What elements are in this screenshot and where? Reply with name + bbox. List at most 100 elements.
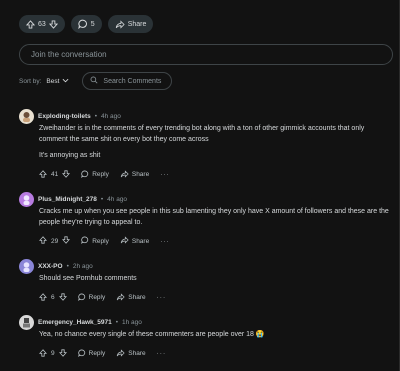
comment-bubble-icon — [81, 236, 89, 246]
upvote-icon[interactable] — [38, 348, 48, 359]
comment-body: Zweihander is in the comments of every t… — [19, 124, 391, 162]
comments-button[interactable]: 5 — [70, 15, 102, 33]
comment-vote: 41 — [38, 169, 71, 180]
vote-pill: 63 — [19, 15, 65, 33]
separator-dot: • — [94, 112, 98, 120]
avatar[interactable] — [19, 314, 34, 330]
comment-author[interactable]: Plus_Midnight_278 — [38, 196, 97, 203]
sort-dropdown[interactable]: Best — [46, 78, 69, 85]
join-placeholder: Join the conversation — [31, 50, 107, 59]
share-icon — [116, 348, 125, 359]
upvote-icon[interactable] — [38, 169, 48, 180]
comment-header: Emergency_Hawk_5971 • 1h ago — [19, 314, 391, 330]
comment-vote: 6 — [38, 292, 67, 303]
comment-paragraph: Cracks me up when you see people in this… — [39, 208, 389, 226]
comment-author[interactable]: Emergency_Hawk_5971 — [38, 319, 112, 326]
comment-time: 2h ago — [72, 262, 93, 270]
avatar[interactable] — [19, 108, 34, 124]
downvote-icon[interactable] — [62, 236, 71, 246]
share-button[interactable]: Share — [120, 169, 150, 180]
separator-dot: • — [66, 262, 69, 270]
comment-author[interactable]: XXX-PO — [38, 263, 63, 270]
sort-value: Best — [46, 77, 60, 85]
separator-dot: • — [115, 318, 118, 326]
comment-time: 4h ago — [101, 112, 121, 120]
comment: Emergency_Hawk_5971 • 1h ago Yea, no cha… — [19, 314, 391, 359]
comment-time: 4h ago — [107, 195, 128, 203]
upvote-icon[interactable] — [38, 292, 48, 303]
more-options-icon[interactable]: ··· — [157, 350, 167, 357]
share-button[interactable]: Share — [116, 292, 146, 303]
comment-actions: 29 Reply Share ··· — [19, 236, 391, 246]
reply-button[interactable]: Reply — [81, 170, 109, 180]
upvote-icon[interactable] — [38, 236, 48, 246]
comment-header: Plus_Midnight_278 • 4h ago — [19, 191, 391, 207]
comment-paragraph: It's annoying as shit — [39, 152, 101, 159]
vote-count: 6 — [51, 294, 55, 301]
comment: XXX-PO • 2h ago Should see Pornhub comme… — [19, 258, 391, 303]
reply-button[interactable]: Reply — [81, 236, 109, 246]
vote-count: 9 — [51, 350, 55, 357]
reply-label: Reply — [92, 171, 109, 178]
comment-body: Cracks me up when you see people in this… — [19, 207, 391, 228]
comment-actions: 6 Reply Share ··· — [19, 292, 391, 303]
reply-label: Reply — [92, 237, 109, 245]
comment-author[interactable]: Exploding-toilets — [38, 113, 91, 120]
downvote-icon[interactable] — [58, 348, 67, 359]
comment-header: Exploding-toilets • 4h ago — [19, 108, 391, 124]
sort-bar: Sort by: Best Search Comments — [19, 72, 173, 90]
share-label: Share — [128, 294, 146, 301]
comment-actions: 9 Reply Share ··· — [19, 348, 391, 359]
search-icon — [90, 76, 98, 86]
comment-paragraph: Yea, no chance every single of these com… — [39, 331, 265, 338]
comment-vote: 9 — [38, 348, 67, 359]
comment-bubble-icon — [78, 19, 88, 29]
share-icon — [120, 236, 129, 246]
share-label: Share — [131, 171, 150, 178]
comment: Plus_Midnight_278 • 4h ago Cracks me up … — [19, 191, 391, 246]
share-label: Share — [131, 237, 150, 245]
reply-button[interactable]: Reply — [77, 349, 106, 359]
comment-bubble-icon — [81, 170, 89, 180]
more-options-icon[interactable]: ··· — [160, 171, 170, 178]
downvote-icon[interactable] — [62, 169, 71, 180]
share-icon — [115, 19, 125, 29]
chevron-down-icon — [62, 78, 69, 85]
reply-label: Reply — [88, 294, 106, 301]
more-options-icon[interactable]: ··· — [160, 238, 170, 245]
reply-button[interactable]: Reply — [77, 293, 106, 303]
upvote-icon[interactable] — [26, 19, 35, 29]
vote-count: 29 — [51, 237, 59, 245]
comment: Exploding-toilets • 4h ago Zweihander is… — [19, 108, 391, 180]
sort-label: Sort by: — [19, 77, 42, 85]
comment-vote: 29 — [38, 236, 71, 246]
reply-label: Reply — [88, 350, 106, 357]
comment-header: XXX-PO • 2h ago — [19, 258, 391, 274]
comment-body: Yea, no chance every single of these com… — [19, 330, 391, 341]
comment-paragraph: Should see Pornhub comments — [39, 275, 137, 282]
comment-count: 5 — [90, 20, 95, 28]
vote-count: 63 — [38, 20, 46, 28]
avatar[interactable] — [19, 191, 34, 207]
comments-panel: 63 5 Share Join the conversation Sort by… — [0, 0, 400, 371]
share-label: Share — [128, 350, 146, 357]
share-icon — [116, 292, 125, 303]
comment-bubble-icon — [77, 349, 86, 359]
separator-dot: • — [100, 195, 104, 203]
downvote-icon[interactable] — [48, 19, 58, 29]
comment-time: 1h ago — [122, 318, 142, 326]
comment-paragraph: Zweihander is in the comments of every t… — [39, 125, 365, 143]
share-button[interactable]: Share — [116, 348, 146, 359]
join-conversation-input[interactable]: Join the conversation — [19, 44, 393, 65]
search-placeholder: Search Comments — [103, 77, 162, 85]
search-comments-input[interactable]: Search Comments — [82, 72, 173, 90]
share-button[interactable]: Share — [107, 15, 154, 33]
comment-actions: 41 Reply Share ··· — [19, 169, 391, 180]
downvote-icon[interactable] — [58, 292, 67, 303]
avatar[interactable] — [19, 258, 34, 274]
share-button[interactable]: Share — [120, 236, 149, 246]
vote-count: 41 — [51, 171, 59, 178]
comment-body: Should see Pornhub comments — [19, 274, 391, 285]
more-options-icon[interactable]: ··· — [157, 294, 167, 301]
share-label: Share — [127, 20, 147, 28]
